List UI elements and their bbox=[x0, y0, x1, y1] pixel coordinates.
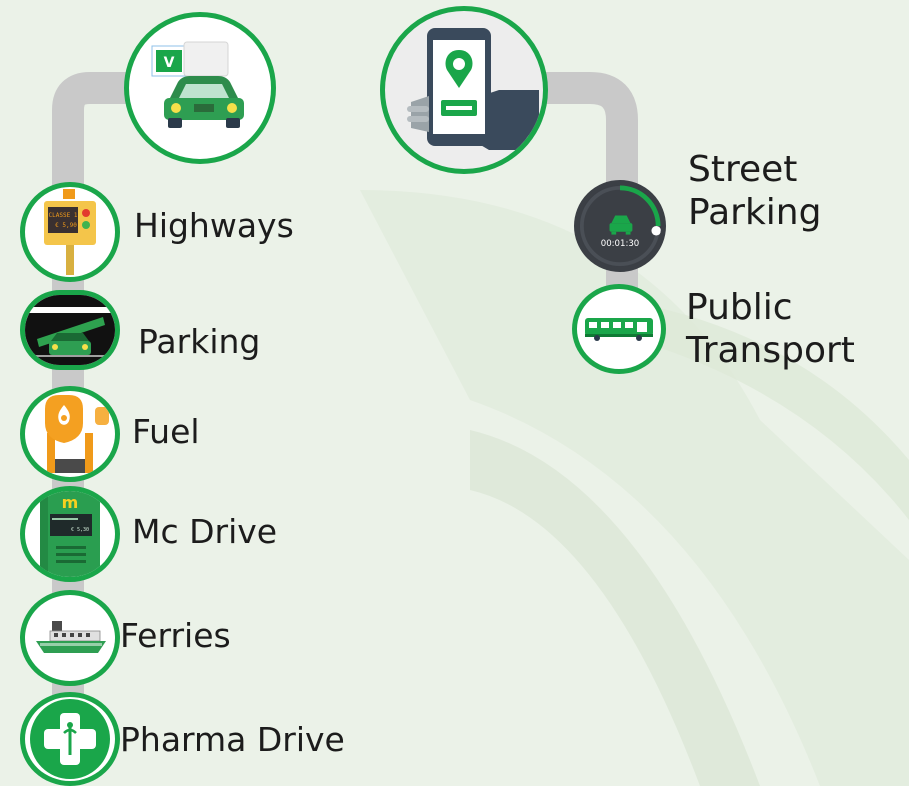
ferries-circle[interactable] bbox=[20, 590, 120, 686]
car-with-toll-badge-icon: V bbox=[151, 41, 244, 128]
svg-text:V: V bbox=[164, 55, 175, 71]
pharma-drive-circle[interactable] bbox=[20, 692, 120, 786]
phone-location-header-circle bbox=[380, 6, 548, 174]
bus-icon bbox=[585, 318, 653, 341]
mcdonalds-kiosk-icon: m € 5,30 bbox=[40, 491, 100, 577]
pharmacy-cross-icon bbox=[30, 699, 110, 779]
kiosk-price-text: € 5,30 bbox=[71, 527, 89, 533]
pharma-drive-label[interactable]: Pharma Drive bbox=[120, 721, 345, 758]
parking-timer-icon: 00:01:30 bbox=[579, 185, 661, 267]
mc-drive-label[interactable]: Mc Drive bbox=[132, 513, 277, 550]
toll-price-text: € 5,90 bbox=[55, 222, 77, 229]
fuel-pump-icon bbox=[45, 395, 109, 473]
toll-booth-icon: CLASSE 1 € 5,90 bbox=[44, 189, 96, 275]
street-parking-label-line1: Street bbox=[688, 149, 798, 190]
highways-circle[interactable]: CLASSE 1 € 5,90 bbox=[20, 182, 120, 282]
fuel-label[interactable]: Fuel bbox=[132, 413, 200, 450]
car-toll-header-circle: V bbox=[124, 12, 276, 164]
mc-drive-circle[interactable]: m € 5,30 bbox=[20, 486, 120, 582]
ferries-label[interactable]: Ferries bbox=[120, 617, 231, 654]
ferry-boat-icon bbox=[36, 621, 106, 653]
parking-circle[interactable] bbox=[20, 290, 120, 370]
public-transport-label-line1: Public bbox=[686, 287, 793, 328]
street-parking-label-line2: Parking bbox=[688, 192, 822, 234]
phone-location-pin-icon bbox=[407, 28, 539, 150]
public-transport-label-line2: Transport bbox=[686, 330, 855, 372]
parking-barrier-icon bbox=[25, 295, 115, 365]
street-parking-circle[interactable]: 00:01:30 bbox=[574, 180, 666, 272]
highways-label[interactable]: Highways bbox=[134, 207, 294, 244]
street-parking-label[interactable]: Street Parking bbox=[688, 148, 821, 234]
parking-timer-text: 00:01:30 bbox=[601, 239, 640, 249]
public-transport-label[interactable]: Public Transport bbox=[686, 286, 855, 372]
parking-label[interactable]: Parking bbox=[138, 323, 260, 360]
toll-screen-text: CLASSE 1 bbox=[49, 212, 78, 219]
public-transport-circle[interactable] bbox=[572, 284, 666, 374]
fuel-circle[interactable] bbox=[20, 386, 120, 482]
kiosk-logo-text: m bbox=[62, 493, 79, 512]
